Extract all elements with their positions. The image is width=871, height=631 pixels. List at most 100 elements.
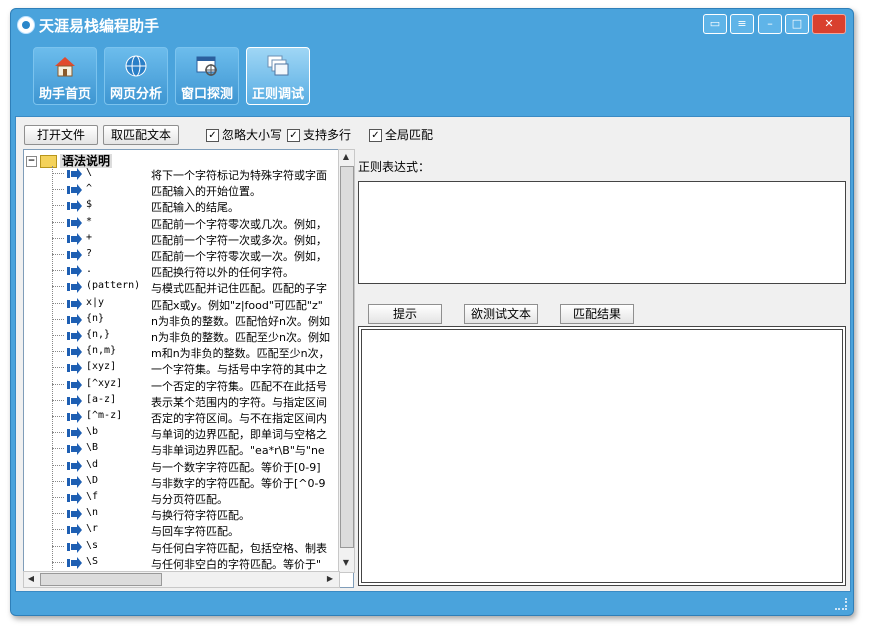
arrow-right-icon (67, 508, 82, 521)
chat-icon[interactable]: ▭ (703, 14, 727, 34)
tree-item[interactable]: \n 与换行符字符匹配。 (52, 506, 353, 522)
tree-item[interactable]: \ 将下一个字符标记为特殊字符或字面 (52, 166, 353, 182)
arrow-right-icon (67, 168, 82, 180)
tree-connector (52, 480, 64, 482)
tree-item[interactable]: {n} n为非负的整数。匹配恰好n次。例如 (52, 312, 353, 328)
tab-test-text[interactable]: 欲测试文本 (464, 304, 538, 324)
tab-content-area[interactable] (358, 326, 846, 586)
tree-item[interactable]: * 匹配前一个字符零次或几次。例如， (52, 215, 353, 231)
tree-connector (52, 221, 64, 223)
tree-item[interactable]: . 匹配换行符以外的任何字符。 (52, 263, 353, 279)
tree-item[interactable]: [^m-z] 否定的字符区间。与不在指定区间内 (52, 409, 353, 425)
tree-item-symbol: \n (86, 507, 99, 519)
tree-item[interactable]: {n,} n为非负的整数。匹配至少n次。例如 (52, 328, 353, 344)
regex-input[interactable] (358, 181, 846, 284)
get-match-text-button[interactable]: 取匹配文本 (103, 125, 179, 145)
tree-item-description: 与一个数字字符匹配。等价于[0-9] (151, 460, 321, 474)
arrow-right-icon (67, 216, 82, 229)
collapse-icon[interactable]: − (26, 156, 37, 167)
resize-grip-icon[interactable] (835, 598, 847, 610)
tree-item[interactable]: $ 匹配输入的结尾。 (52, 198, 353, 215)
arrow-right-icon (67, 524, 82, 537)
tree-item[interactable]: [^xyz] 一个否定的字符集。匹配不在此括号 (52, 377, 353, 393)
tree-item-symbol: (pattern) (86, 280, 141, 292)
web-analysis-label: 网页分析 (109, 87, 162, 102)
tree-item-symbol: \B (86, 442, 99, 454)
title-bar[interactable]: 天涯易栈编程助手 ▭ ≡ – □ ✕ (11, 9, 853, 39)
tree-item[interactable]: ^ 匹配输入的开始位置。 (52, 182, 353, 198)
tree-item[interactable]: ? 匹配前一个字符零次或一次。例如， (52, 247, 353, 263)
tree-root[interactable]: − 语法说明 (26, 152, 113, 168)
minimize-icon[interactable]: – (758, 14, 782, 34)
tree-item[interactable]: [a-z] 表示某个范围内的字符。与指定区间 (52, 393, 353, 409)
tree-connector (52, 561, 64, 563)
tree-item[interactable]: \D 与非数字的字符匹配。等价于[^0-9 (52, 474, 353, 490)
tree-item[interactable]: {n,m} m和n为非负的整数。匹配至少n次， (52, 344, 353, 361)
tree-item-description: m和n为非负的整数。匹配至少n次， (151, 347, 330, 361)
app-window: 天涯易栈编程助手 ▭ ≡ – □ ✕ 助手首页 网页分析 窗口探测 正则调试 打… (10, 8, 854, 616)
tree-item[interactable]: \s 与任何白字符匹配，包括空格、制表 (52, 539, 353, 555)
tab-match-result[interactable]: 匹配结果 (560, 304, 634, 324)
tree-item[interactable]: (pattern) 与模式匹配并记住匹配。匹配的子字 (52, 279, 353, 296)
window-detect-button[interactable]: 窗口探测 (175, 47, 239, 105)
home-icon (55, 57, 75, 77)
windows-stack-icon (267, 55, 289, 76)
tree-item[interactable]: x|y 匹配x或y。例如"z|food"可匹配"z" (52, 296, 353, 312)
tree-item-symbol: ? (86, 248, 93, 259)
tree-item-symbol: {n} (86, 312, 105, 324)
arrow-right-icon (67, 427, 82, 440)
tree-horizontal-scrollbar[interactable]: ◀ ▶ (23, 571, 340, 588)
multiline-checkbox[interactable]: ✓ 支持多行 (287, 126, 351, 142)
maximize-icon[interactable]: □ (785, 14, 809, 34)
tab-hint[interactable]: 提示 (368, 304, 442, 324)
tab-content-textarea[interactable] (361, 329, 843, 583)
tree-item-symbol: \ (86, 167, 93, 178)
tree-item-description: 匹配前一个字符零次或几次。例如， (151, 217, 327, 231)
tree-item-description: 否定的字符区间。与不在指定区间内 (151, 412, 327, 425)
tree-vertical-scrollbar[interactable]: ▲ ▼ (338, 149, 355, 573)
tree-connector (52, 286, 64, 288)
home-button[interactable]: 助手首页 (33, 47, 97, 105)
tree-item[interactable]: \B 与非单词边界匹配。"ea*r\B"与"ne (52, 441, 353, 457)
tree-item[interactable]: \r 与回车字符匹配。 (52, 522, 353, 538)
ignore-case-checkbox[interactable]: ✓ 忽略大小写 (206, 126, 283, 142)
tree-item[interactable]: \b 与单词的边界匹配，即单词与空格之 (52, 425, 353, 441)
ignore-case-label: 忽略大小写 (222, 128, 283, 142)
global-match-checkbox[interactable]: ✓ 全局匹配 (369, 126, 433, 142)
scroll-thumb[interactable] (340, 166, 354, 548)
scroll-thumb[interactable] (40, 573, 162, 586)
tree-item-description: 匹配前一个字符一次或多次。例如， (151, 233, 327, 247)
web-analysis-button[interactable]: 网页分析 (104, 47, 168, 105)
tree-item[interactable]: \f 与分页符匹配。 (52, 490, 353, 506)
arrow-right-icon (67, 556, 82, 569)
tree-item[interactable]: \d 与一个数字字符匹配。等价于[0-9] (52, 458, 353, 474)
scroll-up-icon[interactable]: ▲ (339, 150, 353, 164)
tree-item[interactable]: [xyz] 一个字符集。与括号中字符的其中之 (52, 360, 353, 376)
scroll-left-icon[interactable]: ◀ (24, 572, 38, 586)
scroll-down-icon[interactable]: ▼ (339, 556, 353, 570)
close-icon[interactable]: ✕ (812, 14, 846, 34)
tree-connector (52, 205, 64, 207)
tree-item-symbol: [a-z] (86, 393, 117, 405)
tree-item-symbol: [^m-z] (86, 410, 123, 421)
tree-item[interactable]: + 匹配前一个字符一次或多次。例如， (52, 231, 353, 247)
tree-item-description: 与任何白字符匹配，包括空格、制表 (151, 541, 327, 555)
tree-item-symbol: * (86, 215, 93, 227)
syntax-tree[interactable]: − 语法说明 \ 将下一个字符标记为特殊字符或字面 ^ 匹配输入的开始位置。 $ 匹配输入的… (23, 149, 354, 588)
tree-item[interactable]: \S 与任何非空白的字符匹配。等价于" (52, 555, 353, 571)
scroll-right-icon[interactable]: ▶ (323, 572, 337, 586)
arrow-right-icon (67, 459, 82, 472)
arrow-right-icon (67, 492, 82, 504)
tree-item-description: 匹配输入的结尾。 (151, 201, 239, 215)
tree-item-description: 与模式匹配并记住匹配。匹配的子字 (151, 282, 327, 296)
menu-icon[interactable]: ≡ (730, 14, 754, 34)
regex-debug-button[interactable]: 正则调试 (246, 47, 310, 105)
tree-item-symbol: \r (86, 523, 99, 535)
tree-connector (52, 432, 64, 434)
tree-connector (52, 367, 64, 369)
tree-connector (52, 318, 64, 320)
open-file-button[interactable]: 打开文件 (24, 125, 98, 145)
arrow-right-icon (67, 475, 82, 488)
tree-item-symbol: . (86, 264, 93, 276)
tree-item-symbol: {n,m} (86, 345, 117, 357)
